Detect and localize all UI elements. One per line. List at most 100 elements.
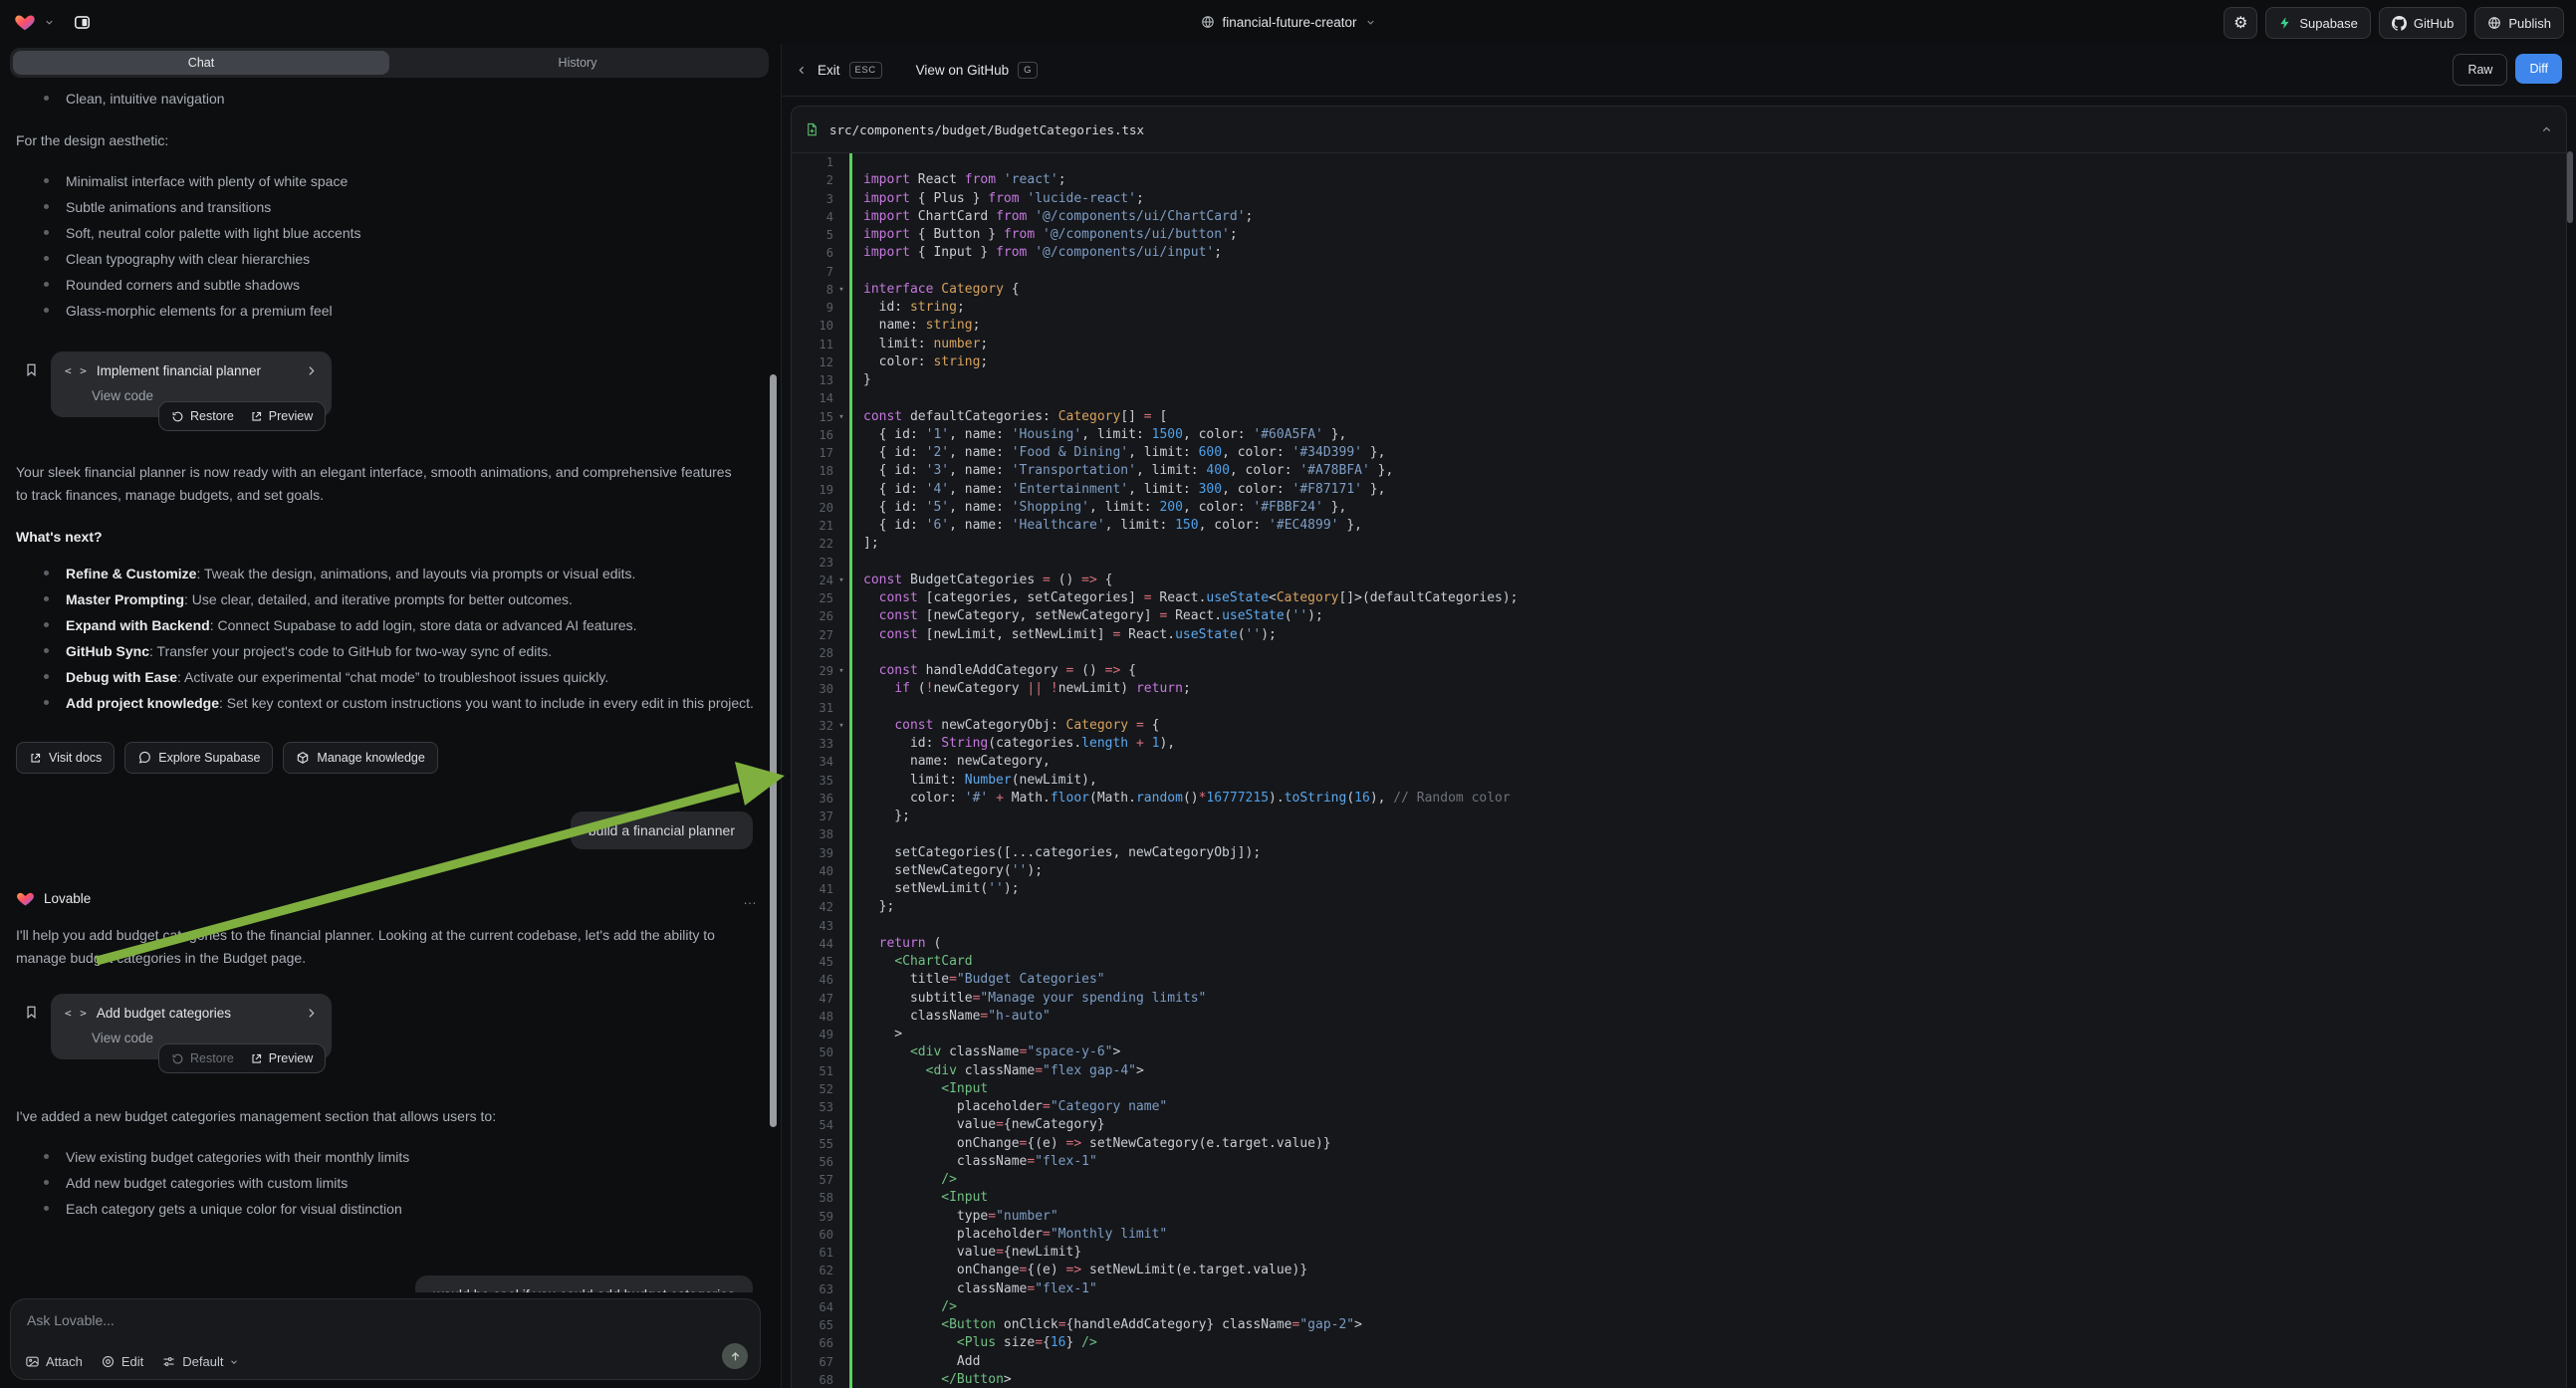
line-number: 63 <box>792 1280 833 1298</box>
preview-button[interactable]: Preview <box>250 1051 313 1065</box>
fold-chevron-icon <box>833 336 849 353</box>
code-line: 68 </Button> <box>792 1371 2566 1388</box>
panel-toggle-icon[interactable] <box>73 13 92 32</box>
diff-button[interactable]: Diff <box>2515 54 2562 84</box>
user-message-row: build a financial planner <box>16 811 753 849</box>
preview-button[interactable]: Preview <box>250 409 313 423</box>
message-menu-button[interactable]: … <box>743 891 759 907</box>
fold-chevron-icon[interactable]: ▾ <box>833 572 849 589</box>
chat-bullet-item: Refine & Customize: Tweak the design, an… <box>16 561 759 586</box>
fold-chevron-icon[interactable]: ▾ <box>833 408 849 426</box>
chat-scrollbar-thumb[interactable] <box>770 374 777 1127</box>
line-number: 22 <box>792 535 833 553</box>
bullet-dot-icon <box>44 596 49 601</box>
line-number: 36 <box>792 790 833 808</box>
fold-chevron-icon[interactable]: ▾ <box>833 717 849 735</box>
code-text: > <box>852 1026 902 1043</box>
code-line: 16 { id: '1', name: 'Housing', limit: 15… <box>792 426 2566 444</box>
code-scrollbar-thumb[interactable] <box>2567 151 2573 223</box>
code-text: <Button onClick={handleAddCategory} clas… <box>852 1316 1362 1334</box>
chevron-right-icon[interactable] <box>305 1007 318 1020</box>
chat-bullet-item: Glass-morphic elements for a premium fee… <box>16 298 759 324</box>
chat-bullet-item: Minimalist interface with plenty of whit… <box>16 168 759 194</box>
fold-chevron-icon <box>833 299 849 317</box>
action-button-explore-supabase[interactable]: Explore Supabase <box>124 742 273 774</box>
fold-chevron-icon <box>833 317 849 335</box>
fold-chevron-icon <box>833 208 849 226</box>
tab-chat[interactable]: Chat <box>13 51 389 75</box>
model-selector[interactable]: Default <box>161 1354 239 1369</box>
lovable-heart-icon <box>16 889 35 908</box>
code-line: 12 color: string; <box>792 353 2566 371</box>
raw-button[interactable]: Raw <box>2453 54 2507 86</box>
code-text: import { Plus } from 'lucide-react'; <box>852 190 1144 208</box>
github-button[interactable]: GitHub <box>2379 7 2466 39</box>
bookmark-icon[interactable] <box>24 1004 39 1021</box>
external-link-icon <box>29 752 42 765</box>
chat-paragraph: I'll help you add budget categories to t… <box>16 924 745 970</box>
line-number: 8 <box>792 281 833 299</box>
restore-button[interactable]: Restore <box>171 409 234 423</box>
fold-chevron-icon <box>833 190 849 208</box>
code-text: }; <box>852 808 910 825</box>
line-number: 24 <box>792 572 833 589</box>
view-on-github-button[interactable]: View on GitHub G <box>916 62 1038 79</box>
restore-button[interactable]: Restore <box>171 1051 234 1065</box>
code-text: onChange={(e) => setNewCategory(e.target… <box>852 1135 1331 1153</box>
version-card[interactable]: < >Add budget categoriesView codeRestore… <box>51 994 332 1059</box>
project-switcher[interactable]: financial-future-creator <box>1200 15 1375 30</box>
bullet-bold-text: GitHub Sync <box>66 643 149 659</box>
globe-icon <box>1200 15 1214 29</box>
code-text <box>852 644 863 662</box>
chat-input[interactable] <box>25 1311 750 1329</box>
line-number: 28 <box>792 644 833 662</box>
line-number: 17 <box>792 444 833 462</box>
version-card[interactable]: < >Implement financial plannerView codeR… <box>51 351 332 417</box>
exit-button[interactable]: Exit ESC <box>796 62 882 79</box>
code-text: if (!newCategory || !newLimit) return; <box>852 680 1191 698</box>
fold-chevron-icon <box>833 1098 849 1116</box>
fold-chevron-icon <box>833 153 849 171</box>
code-line: 36 color: '#' + Math.floor(Math.random()… <box>792 790 2566 808</box>
bullet-dot-icon <box>44 178 49 183</box>
attach-button[interactable]: Attach <box>25 1354 83 1369</box>
fold-chevron-icon <box>833 371 849 389</box>
code-text: setNewLimit(''); <box>852 880 1020 898</box>
bookmark-icon[interactable] <box>24 361 39 378</box>
chat-scroll-area[interactable]: Clean, intuitive navigationFor the desig… <box>0 80 781 1292</box>
code-text: import { Button } from '@/components/ui/… <box>852 226 1238 244</box>
code-line: 67 Add <box>792 1353 2566 1371</box>
tab-history[interactable]: History <box>389 51 766 75</box>
code-line: 25 const [categories, setCategories] = R… <box>792 589 2566 607</box>
fold-chevron-icon <box>833 1298 849 1316</box>
bullet-text: Glass-morphic elements for a premium fee… <box>66 303 333 319</box>
supabase-button[interactable]: Supabase <box>2265 7 2371 39</box>
settings-button[interactable]: ⚙ <box>2224 7 2257 39</box>
target-icon <box>101 1354 116 1369</box>
logo-chevron-down-icon[interactable] <box>44 17 55 28</box>
edit-mode-button[interactable]: Edit <box>101 1354 143 1369</box>
send-button[interactable] <box>722 1343 748 1369</box>
action-button-visit-docs[interactable]: Visit docs <box>16 742 115 774</box>
collapse-chevron-up-icon[interactable] <box>2540 123 2553 136</box>
code-text: value={newLimit} <box>852 1244 1081 1262</box>
code-text: { id: '2', name: 'Food & Dining', limit:… <box>852 444 1385 462</box>
code-line: 5import { Button } from '@/components/ui… <box>792 226 2566 244</box>
lovable-logo-icon[interactable] <box>14 11 36 33</box>
line-number: 33 <box>792 735 833 753</box>
file-header-row[interactable]: src/components/budget/BudgetCategories.t… <box>792 107 2566 153</box>
fold-chevron-icon[interactable]: ▾ <box>833 662 849 680</box>
fold-chevron-icon <box>833 699 849 717</box>
fold-chevron-icon[interactable]: ▾ <box>833 281 849 299</box>
code-text: onChange={(e) => setNewLimit(e.target.va… <box>852 1262 1307 1279</box>
code-header: Exit ESC View on GitHub G Raw Diff <box>782 44 2576 97</box>
chevron-right-icon[interactable] <box>305 364 318 377</box>
line-number: 18 <box>792 462 833 480</box>
bullet-dot-icon <box>44 1180 49 1185</box>
publish-button[interactable]: Publish <box>2474 7 2564 39</box>
chat-panel: Chat History Clean, intuitive navigation… <box>0 44 781 1388</box>
action-button-manage-knowledge[interactable]: Manage knowledge <box>283 742 437 774</box>
line-number: 41 <box>792 880 833 898</box>
fold-chevron-icon <box>833 753 849 771</box>
line-number: 51 <box>792 1062 833 1080</box>
